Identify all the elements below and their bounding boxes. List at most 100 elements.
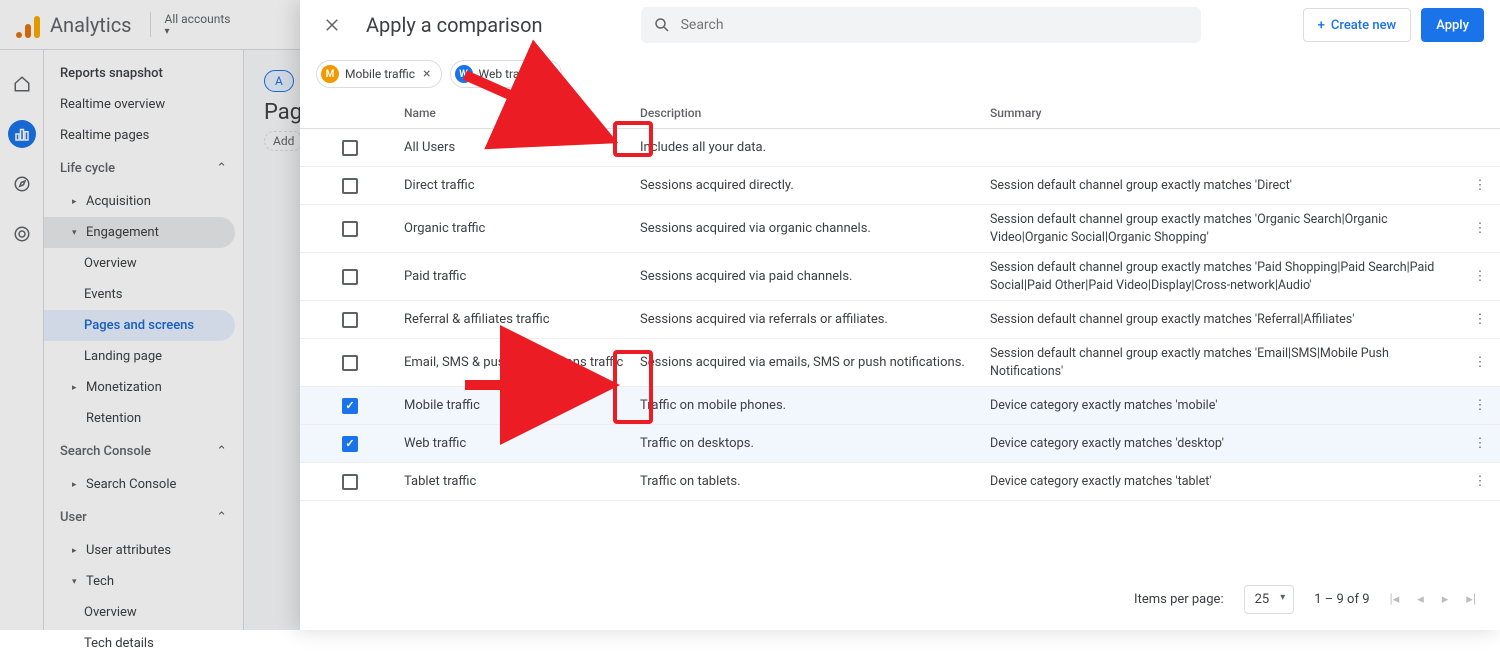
row-menu-icon[interactable]: ⋮ [1460,436,1500,451]
product-name: Analytics [50,13,132,37]
sidebar-leaf[interactable]: Events [44,279,243,310]
chevron-up-icon: ⌃ [216,510,227,525]
row-menu-icon[interactable]: ⋮ [1460,355,1500,370]
account-label: All accounts [165,12,231,26]
sidebar-item[interactable]: Reports snapshot [44,58,243,89]
comparison-pill[interactable]: A [264,70,294,92]
close-button[interactable] [316,9,348,41]
row-description: Sessions acquired directly. [640,178,990,193]
row-checkbox[interactable] [342,178,358,194]
row-menu-icon[interactable]: ⋮ [1460,474,1500,489]
sidebar-item-retention[interactable]: Retention [44,403,243,434]
sidebar-leaf[interactable]: Landing page [44,341,243,372]
rail-home-icon[interactable] [8,70,36,98]
row-name: Paid traffic [400,269,640,284]
table-row[interactable]: Tablet traffic Traffic on tablets. Devic… [300,463,1500,501]
row-summary: Device category exactly matches 'desktop… [990,429,1460,459]
table-row[interactable]: Direct traffic Sessions acquired directl… [300,167,1500,205]
sidebar-section[interactable]: Search Console⌃ [44,434,243,469]
chip-remove-icon[interactable]: × [421,66,432,82]
page-first-icon[interactable]: |◂ [1390,592,1400,607]
nav-rail [0,50,44,630]
row-summary: Device category exactly matches 'mobile' [990,391,1460,421]
account-selector[interactable]: All accounts ▾ [150,12,231,37]
row-menu-icon[interactable]: ⋮ [1460,312,1500,327]
row-menu-icon[interactable]: ⋮ [1460,178,1500,193]
table-row[interactable]: Referral & affiliates traffic Sessions a… [300,301,1500,339]
sidebar-leaf[interactable]: Tech details [44,628,243,659]
row-name: Direct traffic [400,178,640,193]
rail-explore-icon[interactable] [8,170,36,198]
row-checkbox[interactable] [342,312,358,328]
items-per-page-select[interactable]: 25 [1244,585,1295,614]
sidebar-item-search-console[interactable]: ▸Search Console [44,469,243,500]
annotation-arrow-2 [460,360,620,414]
sidebar-item[interactable]: Realtime overview [44,89,243,120]
chevron-down-icon: ▾ [165,26,170,37]
ipp-label: Items per page: [1134,592,1224,607]
sidebar-section[interactable]: User⌃ [44,500,243,535]
page-prev-icon[interactable]: ◂ [1417,592,1424,607]
row-description: Sessions acquired via paid channels. [640,269,990,284]
rail-reports-icon[interactable] [8,120,36,148]
col-header-desc: Description [640,106,990,120]
create-new-label: Create new [1331,18,1396,33]
row-summary: Session default channel group exactly ma… [990,171,1460,201]
row-summary [990,142,1460,154]
table-row[interactable]: Web traffic Traffic on desktops. Device … [300,425,1500,463]
col-header-sum: Summary [990,106,1460,120]
sidebar-item-user-attr[interactable]: ▸User attributes [44,535,243,566]
row-checkbox[interactable] [342,398,358,414]
row-description: Sessions acquired via referrals or affil… [640,312,990,327]
chevron-up-icon: ⌃ [216,161,227,176]
annotation-arrow-1 [460,70,620,164]
table-row[interactable]: Paid traffic Sessions acquired via paid … [300,253,1500,301]
row-checkbox[interactable] [342,436,358,452]
sidebar-item[interactable]: Realtime pages [44,120,243,151]
row-menu-icon[interactable]: ⋮ [1460,221,1500,236]
sidebar: Reports snapshot Realtime overview Realt… [44,50,244,630]
sidebar-leaf[interactable]: Overview [44,597,243,628]
page-last-icon[interactable]: ▸| [1466,592,1476,607]
row-menu-icon[interactable]: ⋮ [1460,398,1500,413]
row-summary: Session default channel group exactly ma… [990,305,1460,335]
sidebar-leaf[interactable]: Overview [44,248,243,279]
create-new-button[interactable]: + Create new [1303,8,1412,42]
row-name: Referral & affiliates traffic [400,312,640,327]
table-row[interactable]: Organic traffic Sessions acquired via or… [300,205,1500,253]
row-checkbox[interactable] [342,140,358,156]
row-name: Web traffic [400,436,640,451]
row-checkbox[interactable] [342,269,358,285]
chip-avatar: M [321,65,339,83]
row-description: Traffic on mobile phones. [640,398,990,413]
search-field[interactable] [641,7,1201,43]
row-checkbox[interactable] [342,221,358,237]
row-description: Includes all your data. [640,140,990,155]
row-summary: Session default channel group exactly ma… [990,339,1460,386]
sidebar-item-monetization[interactable]: ▸Monetization [44,372,243,403]
page-next-icon[interactable]: ▸ [1442,592,1449,607]
sidebar-item-engagement[interactable]: ▾Engagement [44,217,235,248]
add-chip[interactable]: Add [264,131,303,151]
chevron-up-icon: ⌃ [216,444,227,459]
apply-button[interactable]: Apply [1421,8,1484,42]
modal-title: Apply a comparison [366,13,543,37]
ga-logo: Analytics [16,12,132,38]
rail-advertising-icon[interactable] [8,220,36,248]
row-checkbox[interactable] [342,355,358,371]
sidebar-section[interactable]: Life cycle⌃ [44,151,243,186]
sidebar-item-tech[interactable]: ▾Tech [44,566,243,597]
plus-icon: + [1318,18,1325,33]
search-icon [653,16,671,34]
row-checkbox[interactable] [342,474,358,490]
row-description: Sessions acquired via emails, SMS or pus… [640,355,990,370]
sidebar-item-acquisition[interactable]: ▸Acquisition [44,186,243,217]
row-menu-icon[interactable]: ⋮ [1460,269,1500,284]
filter-chip[interactable]: MMobile traffic× [316,60,442,88]
page-range: 1 – 9 of 9 [1314,592,1369,607]
row-summary: Session default channel group exactly ma… [990,253,1460,300]
sidebar-leaf-pages-screens[interactable]: Pages and screens [44,310,235,341]
row-name: Organic traffic [400,221,640,236]
row-summary: Session default channel group exactly ma… [990,205,1460,252]
search-input[interactable] [681,17,1189,33]
